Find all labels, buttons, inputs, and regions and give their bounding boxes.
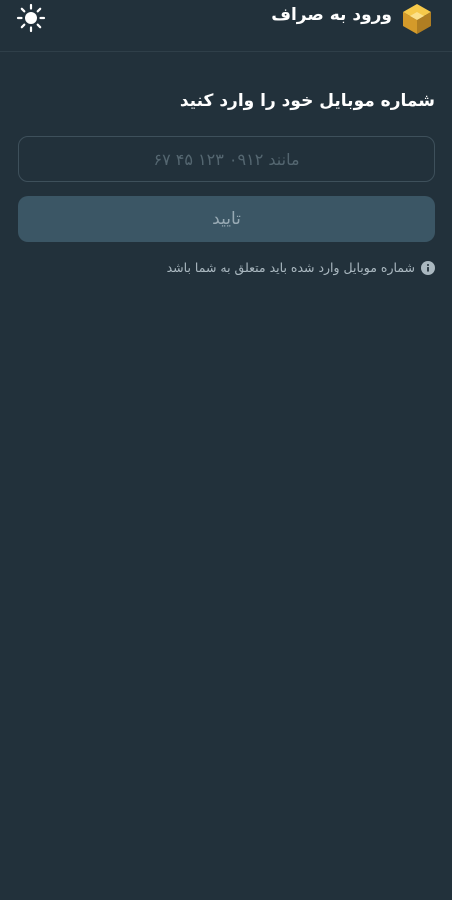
login-form: شماره موبایل خود را وارد کنید تایید شمار… <box>18 88 435 275</box>
info-icon <box>421 260 435 275</box>
hint-text: شماره موبایل وارد شده باید متعلق به شما … <box>166 260 415 275</box>
phone-hint: شماره موبایل وارد شده باید متعلق به شما … <box>18 260 435 275</box>
login-screen: ورود به صراف شماره موبایل خود را وارد کن… <box>0 0 452 900</box>
cube-logo-icon <box>403 4 431 34</box>
header-title: ورود به صراف <box>271 5 392 25</box>
confirm-button[interactable]: تایید <box>18 196 435 242</box>
phone-field-container <box>18 136 435 182</box>
phone-input[interactable] <box>19 136 434 182</box>
sun-icon[interactable] <box>16 3 46 33</box>
app-header: ورود به صراف <box>0 0 452 52</box>
page-title: شماره موبایل خود را وارد کنید <box>179 91 435 111</box>
